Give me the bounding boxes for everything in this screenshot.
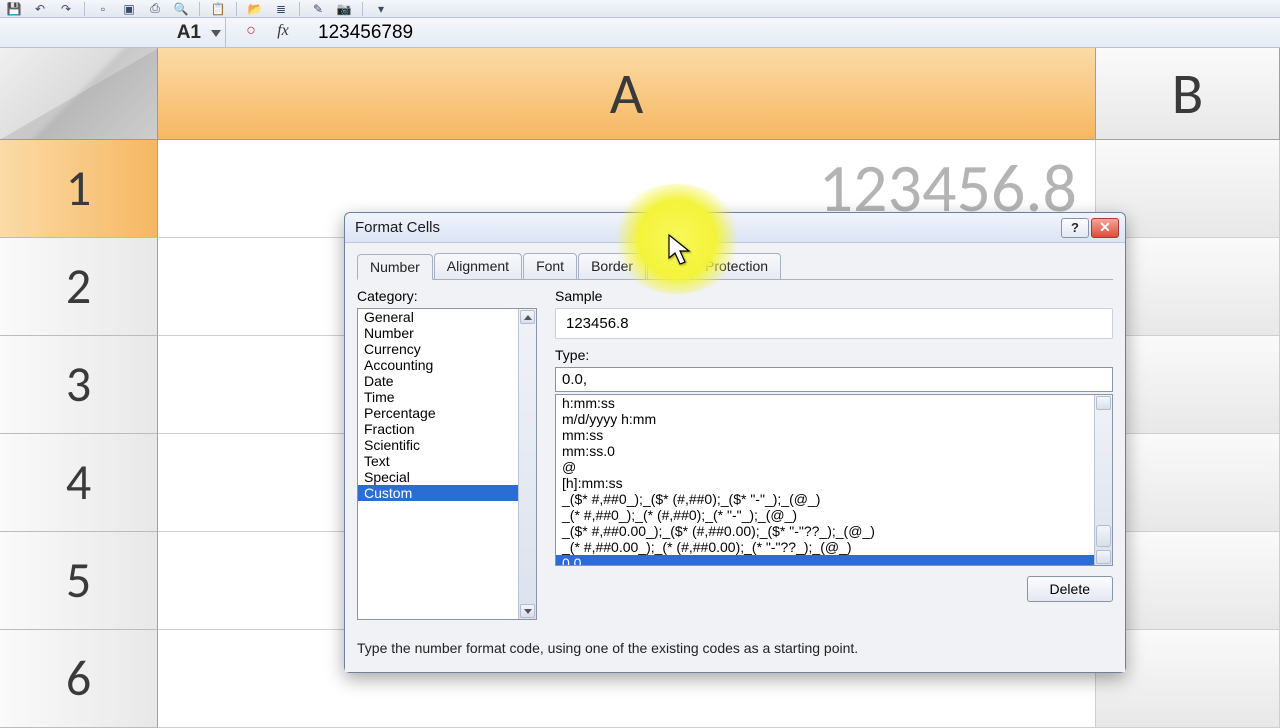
category-item[interactable]: General xyxy=(358,309,536,325)
dialog-tabs: NumberAlignmentFontBorderFillProtection xyxy=(357,253,1113,280)
category-item[interactable]: Custom xyxy=(358,485,536,501)
print-icon[interactable]: ⎙ xyxy=(147,2,163,16)
formula-bar-row: A1 ○ fx 123456789 xyxy=(0,18,1280,48)
separator xyxy=(84,2,85,16)
scroll-up-icon[interactable] xyxy=(520,310,535,324)
format-item[interactable]: mm:ss.0 xyxy=(556,443,1112,459)
category-label: Category: xyxy=(357,288,537,304)
separator xyxy=(199,2,200,16)
format-item[interactable]: 0.0, xyxy=(556,555,1112,566)
format-item[interactable]: @ xyxy=(556,459,1112,475)
category-item[interactable]: Text xyxy=(358,453,536,469)
list-icon[interactable]: ≣ xyxy=(273,2,289,16)
scroll-down-icon[interactable] xyxy=(520,604,535,618)
category-scrollbar[interactable] xyxy=(518,309,536,619)
row-header-1[interactable]: 1 xyxy=(0,140,158,238)
separator xyxy=(299,2,300,16)
customize-dd-icon[interactable]: ▾ xyxy=(373,2,389,16)
quick-access-toolbar: 💾 ↶ ↷ ▫ ▣ ⎙ 🔍 📋 📂 ≣ ✎ 📷 ▾ xyxy=(0,0,1280,18)
preview-icon[interactable]: 🔍 xyxy=(173,2,189,16)
format-item[interactable]: _(* #,##0.00_);_(* (#,##0.00);_(* "-"??_… xyxy=(556,539,1112,555)
row-header-5[interactable]: 5 xyxy=(0,532,158,630)
name-box[interactable]: A1 xyxy=(0,22,225,44)
open-icon[interactable]: ▣ xyxy=(121,2,137,16)
format-item[interactable]: h:mm:ss xyxy=(556,395,1112,411)
tab-border[interactable]: Border xyxy=(578,253,646,279)
format-item[interactable]: _($* #,##0_);_($* (#,##0);_($* "-"_);_(@… xyxy=(556,491,1112,507)
redo-icon[interactable]: ↷ xyxy=(58,2,74,16)
brush-icon[interactable]: ✎ xyxy=(310,2,326,16)
row-header-6[interactable]: 6 xyxy=(0,630,158,728)
hint-text: Type the number format code, using one o… xyxy=(357,640,1113,656)
category-item[interactable]: Percentage xyxy=(358,405,536,421)
separator xyxy=(362,2,363,16)
new-icon[interactable]: ▫ xyxy=(95,2,111,16)
scroll-down-icon[interactable] xyxy=(1096,550,1111,564)
category-item[interactable]: Number xyxy=(358,325,536,341)
format-scrollbar[interactable] xyxy=(1094,395,1112,565)
column-header-a[interactable]: A xyxy=(158,48,1096,140)
sample-display: 123456.8 xyxy=(555,308,1113,339)
row-header-3[interactable]: 3 xyxy=(0,336,158,434)
paste-icon[interactable]: 📋 xyxy=(210,2,226,16)
name-box-dropdown-icon[interactable] xyxy=(211,30,221,37)
close-button[interactable]: ✕ xyxy=(1091,218,1119,238)
category-item[interactable]: Fraction xyxy=(358,421,536,437)
camera-icon[interactable]: 📷 xyxy=(336,2,352,16)
type-label: Type: xyxy=(555,347,1113,363)
dialog-titlebar[interactable]: Format Cells ? ✕ xyxy=(345,213,1125,243)
scrollbar-thumb[interactable] xyxy=(1096,525,1111,547)
category-listbox[interactable]: GeneralNumberCurrencyAccountingDateTimeP… xyxy=(357,308,537,620)
undo-icon[interactable]: ↶ xyxy=(32,2,48,16)
save-icon[interactable]: 💾 xyxy=(6,2,22,16)
name-box-value: A1 xyxy=(177,22,201,44)
sample-label: Sample xyxy=(555,288,1113,304)
tab-alignment[interactable]: Alignment xyxy=(434,253,522,279)
category-item[interactable]: Date xyxy=(358,373,536,389)
category-item[interactable]: Accounting xyxy=(358,357,536,373)
row-header-2[interactable]: 2 xyxy=(0,238,158,336)
tab-number[interactable]: Number xyxy=(357,254,433,280)
cancel-entry-icon[interactable]: ○ xyxy=(240,22,262,44)
folder-icon[interactable]: 📂 xyxy=(247,2,263,16)
row-header-4[interactable]: 4 xyxy=(0,434,158,532)
category-item[interactable]: Time xyxy=(358,389,536,405)
help-button[interactable]: ? xyxy=(1061,218,1089,238)
scroll-up-icon[interactable] xyxy=(1096,396,1111,410)
format-item[interactable]: [h]:mm:ss xyxy=(556,475,1112,491)
dialog-title: Format Cells xyxy=(355,219,440,236)
tab-font[interactable]: Font xyxy=(523,253,577,279)
type-input[interactable] xyxy=(555,367,1113,392)
format-listbox[interactable]: h:mm:ssm/d/yyyy h:mmmm:ssmm:ss.0@[h]:mm:… xyxy=(555,394,1113,566)
format-item[interactable]: _(* #,##0_);_(* (#,##0);_(* "-"_);_(@_) xyxy=(556,507,1112,523)
separator xyxy=(236,2,237,16)
insert-function-icon[interactable]: fx xyxy=(272,22,294,44)
category-item[interactable]: Special xyxy=(358,469,536,485)
formula-bar-input[interactable]: 123456789 xyxy=(304,22,413,44)
tab-protection[interactable]: Protection xyxy=(692,253,781,279)
column-header-b[interactable]: B xyxy=(1096,48,1280,140)
category-item[interactable]: Currency xyxy=(358,341,536,357)
select-all-corner[interactable] xyxy=(0,48,158,140)
format-item[interactable]: m/d/yyyy h:mm xyxy=(556,411,1112,427)
tab-fill[interactable]: Fill xyxy=(647,253,691,279)
delete-button[interactable]: Delete xyxy=(1027,576,1113,602)
format-item[interactable]: _($* #,##0.00_);_($* (#,##0.00);_($* "-"… xyxy=(556,523,1112,539)
category-item[interactable]: Scientific xyxy=(358,437,536,453)
format-cells-dialog: Format Cells ? ✕ NumberAlignmentFontBord… xyxy=(344,212,1126,673)
format-item[interactable]: mm:ss xyxy=(556,427,1112,443)
